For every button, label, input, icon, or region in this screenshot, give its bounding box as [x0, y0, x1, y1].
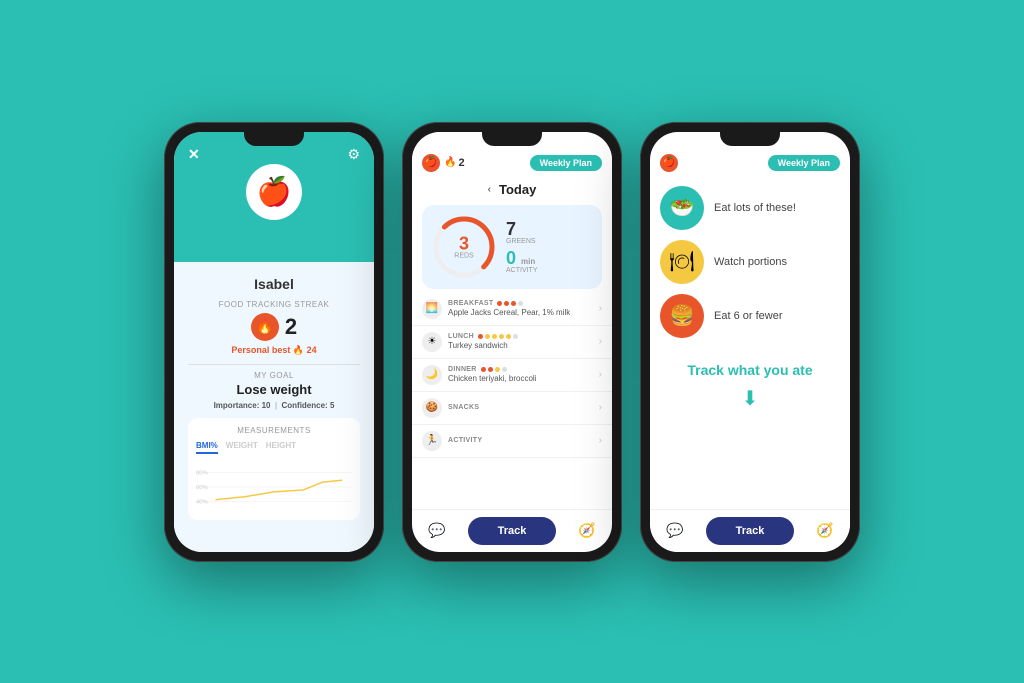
- goal-label: MY GOAL: [188, 371, 360, 380]
- chat-button[interactable]: 💬: [422, 516, 452, 546]
- chevron-right-icon: ›: [599, 369, 602, 380]
- topbar-left: 🍎 🔥 2: [422, 154, 465, 172]
- dinner-info: DINNER Chicken teriyaki, broccoli: [448, 366, 599, 383]
- phone3-screen: 🍎 Weekly Plan 🥗 Eat lots of these! 🍽 Wat…: [650, 132, 850, 552]
- avatar: 🍎: [246, 164, 302, 220]
- goal-meta: Importance: 10 | Confidence: 5: [188, 401, 360, 410]
- greens-guide-icon: 🥗: [660, 186, 704, 230]
- chart-area: 80% 60% 40%: [196, 462, 352, 512]
- greens-guide-text: Eat lots of these!: [714, 202, 796, 214]
- meal-item-breakfast[interactable]: 🌅 BREAKFAST Apple Jacks Cereal, Pear, 1%…: [412, 293, 612, 326]
- track-cta: Track what you ate ⬇: [650, 362, 850, 411]
- tab-bmi[interactable]: BMI%: [196, 441, 218, 454]
- streak-number: 2: [285, 314, 297, 340]
- streak-badge: 🔥 2: [444, 157, 465, 169]
- streak-row: 🔥 2: [188, 313, 360, 341]
- phone3-bottom: 💬 Track 🧭: [650, 509, 850, 552]
- guide-item-greens: 🥗 Eat lots of these!: [660, 186, 840, 230]
- track-button[interactable]: Track: [468, 517, 557, 545]
- meal-item-snacks[interactable]: 🍪 SNACKS ›: [412, 392, 612, 425]
- phone2-bottom: 💬 Track 🧭: [412, 509, 612, 552]
- flame-icon: 🔥: [251, 313, 279, 341]
- reds-guide-icon: 🍔: [660, 294, 704, 338]
- guide-list: 🥗 Eat lots of these! 🍽 Watch portions 🍔 …: [650, 178, 850, 346]
- lunch-info: LUNCH Turkey sandwich: [448, 333, 599, 350]
- phone3-topbar: 🍎 Weekly Plan: [650, 132, 850, 178]
- lunch-icon: ☀: [422, 332, 442, 352]
- track-button[interactable]: Track: [706, 517, 795, 545]
- svg-text:60%: 60%: [196, 484, 208, 490]
- measurements-tabs: BMI% WEIGHT HEIGHT: [196, 441, 352, 454]
- flame-small-icon: 🔥: [444, 157, 456, 168]
- meal-item-lunch[interactable]: ☀ LUNCH Turkey sandwich ›: [412, 326, 612, 359]
- snacks-icon: 🍪: [422, 398, 442, 418]
- reds-circle: 3 REDS: [432, 215, 496, 279]
- activity-row: 0 min ACTIVITY: [506, 249, 538, 274]
- compass-button[interactable]: 🧭: [810, 516, 840, 546]
- chevron-right-icon: ›: [599, 402, 602, 413]
- user-name: Isabel: [188, 276, 360, 292]
- reds-number: 3: [454, 234, 473, 252]
- phone1-screen: ✕ ⚙ 🍎 Isabel FOOD TRACKING STREAK 🔥 2 Pe…: [174, 132, 374, 552]
- phone1-header: ✕ ⚙ 🍎: [174, 132, 374, 262]
- close-icon[interactable]: ✕: [188, 146, 200, 163]
- phone-guide: 🍎 Weekly Plan 🥗 Eat lots of these! 🍽 Wat…: [640, 122, 860, 562]
- activity-label: ACTIVITY: [506, 267, 538, 274]
- guide-item-portions: 🍽 Watch portions: [660, 240, 840, 284]
- breakfast-info: BREAKFAST Apple Jacks Cereal, Pear, 1% m…: [448, 300, 599, 317]
- weekly-plan-button[interactable]: Weekly Plan: [530, 155, 602, 171]
- meal-item-activity[interactable]: 🏃 ACTIVITY ›: [412, 425, 612, 458]
- guide-item-reds: 🍔 Eat 6 or fewer: [660, 294, 840, 338]
- goal-title: Lose weight: [188, 382, 360, 397]
- chat-button[interactable]: 💬: [660, 516, 690, 546]
- apple-icon: 🍎: [660, 154, 678, 172]
- phones-container: ✕ ⚙ 🍎 Isabel FOOD TRACKING STREAK 🔥 2 Pe…: [164, 122, 860, 562]
- gear-icon[interactable]: ⚙: [347, 146, 360, 163]
- reds-guide-text: Eat 6 or fewer: [714, 310, 782, 322]
- today-label: Today: [499, 182, 536, 197]
- compass-button[interactable]: 🧭: [572, 516, 602, 546]
- reds-label: REDS: [454, 252, 473, 259]
- greens-label: GREENS: [506, 238, 538, 245]
- greens-row: 7 GREENS: [506, 220, 538, 245]
- summary-card: 3 REDS 7 GREENS 0 min ACTIVITY: [422, 205, 602, 289]
- activity-number: 0 min: [506, 249, 538, 267]
- phone-today: 🍎 🔥 2 Weekly Plan ‹ Today: [402, 122, 622, 562]
- tab-height[interactable]: HEIGHT: [266, 441, 296, 454]
- meal-item-dinner[interactable]: 🌙 DINNER Chicken teriyaki, broccoli ›: [412, 359, 612, 392]
- apple-icon: 🍎: [422, 154, 440, 172]
- svg-text:40%: 40%: [196, 499, 208, 505]
- weekly-plan-button[interactable]: Weekly Plan: [768, 155, 840, 171]
- greens-number: 7: [506, 220, 538, 238]
- snacks-info: SNACKS: [448, 404, 599, 411]
- chevron-right-icon: ›: [599, 435, 602, 446]
- down-arrow-icon: ⬇: [660, 386, 840, 411]
- activity-info: ACTIVITY: [448, 437, 599, 444]
- dinner-icon: 🌙: [422, 365, 442, 385]
- phone-profile: ✕ ⚙ 🍎 Isabel FOOD TRACKING STREAK 🔥 2 Pe…: [164, 122, 384, 562]
- track-cta-title: Track what you ate: [660, 362, 840, 378]
- personal-best: Personal best 🔥 24: [188, 345, 360, 356]
- measurements-title: MEASUREMENTS: [196, 426, 352, 435]
- portions-guide-text: Watch portions: [714, 256, 787, 268]
- meal-list: 🌅 BREAKFAST Apple Jacks Cereal, Pear, 1%…: [412, 293, 612, 509]
- svg-text:80%: 80%: [196, 470, 208, 476]
- nav-arrow-left[interactable]: ‹: [488, 184, 491, 195]
- chevron-right-icon: ›: [599, 303, 602, 314]
- measurements-section: MEASUREMENTS BMI% WEIGHT HEIGHT 80% 60%: [188, 418, 360, 520]
- divider: [188, 364, 360, 365]
- chart-svg: 80% 60% 40%: [196, 462, 352, 512]
- breakfast-icon: 🌅: [422, 299, 442, 319]
- summary-right: 7 GREENS 0 min ACTIVITY: [506, 220, 538, 274]
- phone2-topbar: 🍎 🔥 2 Weekly Plan: [412, 132, 612, 178]
- phone2-screen: 🍎 🔥 2 Weekly Plan ‹ Today: [412, 132, 612, 552]
- streak-count: 2: [458, 157, 464, 169]
- phone1-body: Isabel FOOD TRACKING STREAK 🔥 2 Personal…: [174, 262, 374, 552]
- activity-icon: 🏃: [422, 431, 442, 451]
- tab-weight[interactable]: WEIGHT: [226, 441, 258, 454]
- chevron-right-icon: ›: [599, 336, 602, 347]
- portions-guide-icon: 🍽: [660, 240, 704, 284]
- streak-section-label: FOOD TRACKING STREAK: [188, 300, 360, 309]
- today-nav: ‹ Today: [412, 178, 612, 201]
